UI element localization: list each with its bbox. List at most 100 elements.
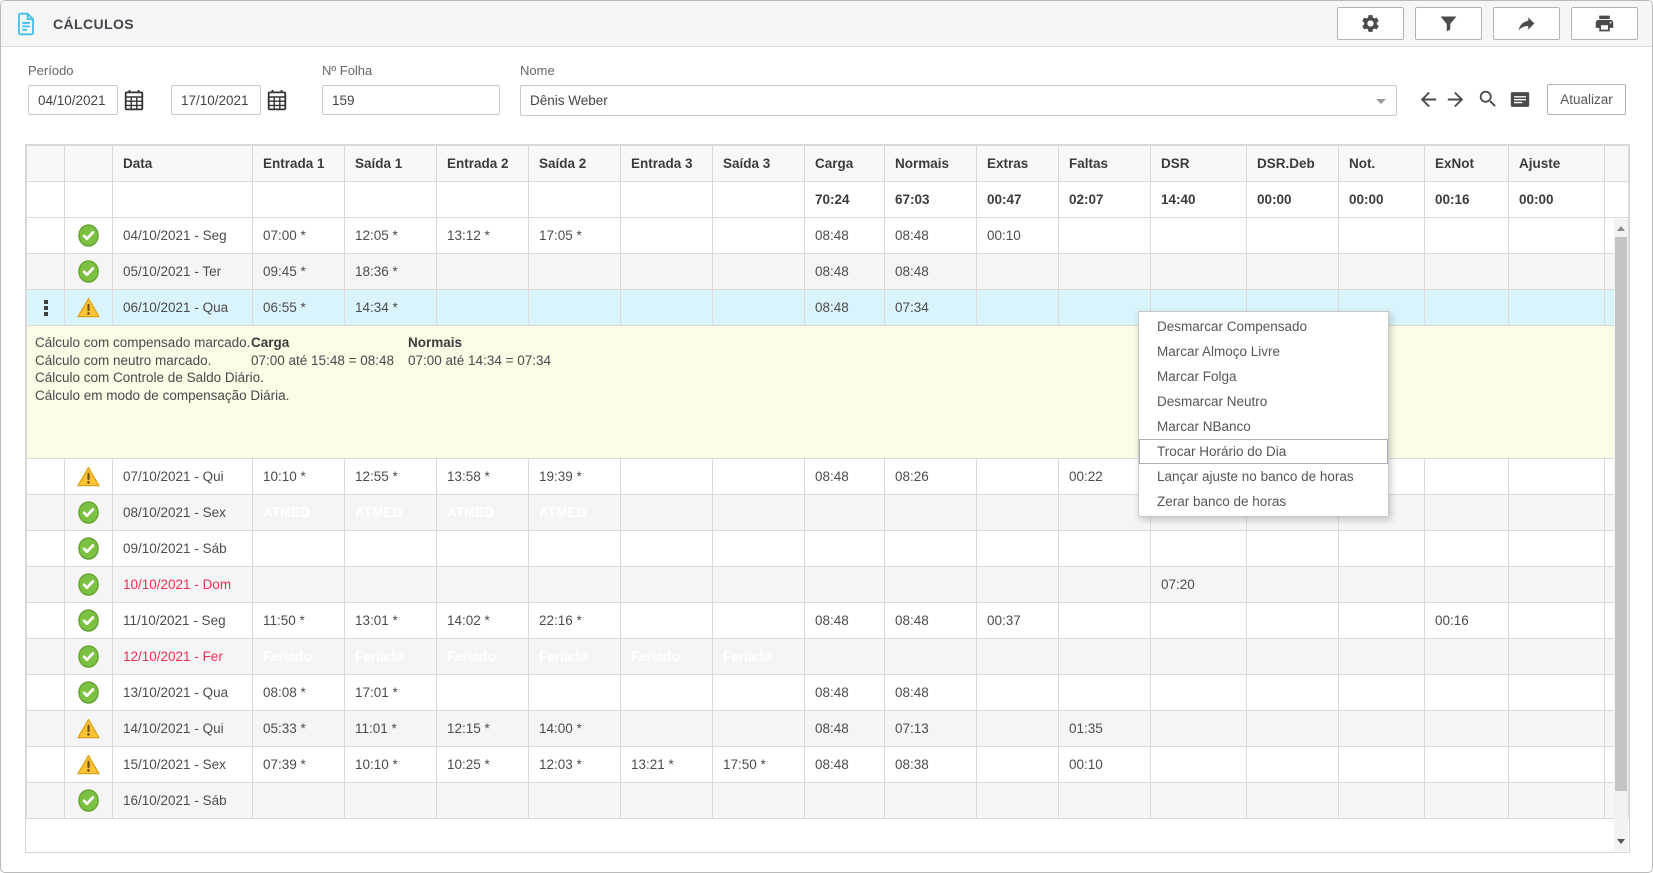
cell-exnot[interactable] xyxy=(1425,218,1509,254)
cell-dsr[interactable] xyxy=(1151,531,1247,567)
cell-exnot[interactable] xyxy=(1425,567,1509,603)
cell-saida-1[interactable]: 14:34 * xyxy=(345,290,437,326)
cell-saida-1[interactable]: 17:01 * xyxy=(345,675,437,711)
cell-entrada-1[interactable]: 11:50 * xyxy=(253,603,345,639)
scroll-down-button[interactable] xyxy=(1614,834,1628,849)
cell-saida-3[interactable] xyxy=(713,675,805,711)
cell-normais[interactable] xyxy=(885,495,977,531)
cell-faltas[interactable] xyxy=(1059,531,1151,567)
atualizar-button[interactable]: Atualizar xyxy=(1547,84,1626,115)
menu-item-marcar-nbanco[interactable]: Marcar NBanco xyxy=(1139,414,1388,439)
cell-dsr[interactable] xyxy=(1151,711,1247,747)
cell-normais[interactable]: 08:48 xyxy=(885,603,977,639)
filter-button[interactable] xyxy=(1415,7,1482,40)
cell-saida-3[interactable] xyxy=(713,218,805,254)
cell-ajuste[interactable] xyxy=(1509,567,1605,603)
cell-dsr[interactable] xyxy=(1151,639,1247,675)
cell-not[interactable] xyxy=(1339,783,1425,819)
cell-exnot[interactable] xyxy=(1425,531,1509,567)
cell-extras[interactable] xyxy=(977,711,1059,747)
cell-ajuste[interactable] xyxy=(1509,783,1605,819)
cell-saida-1[interactable]: 12:55 * xyxy=(345,459,437,495)
cell-row-menu[interactable] xyxy=(27,603,65,639)
cell-saida-2[interactable]: 22:16 * xyxy=(529,603,621,639)
cell-saida-1[interactable] xyxy=(345,783,437,819)
cell-extras[interactable] xyxy=(977,639,1059,675)
date-from-input[interactable] xyxy=(28,85,118,115)
cell-entrada-2[interactable] xyxy=(437,290,529,326)
menu-item-marcar-almoco-livre[interactable]: Marcar Almoço Livre xyxy=(1139,339,1388,364)
cell-carga[interactable] xyxy=(805,531,885,567)
cell-entrada-3[interactable] xyxy=(621,254,713,290)
cell-extras[interactable] xyxy=(977,747,1059,783)
cell-saida-1[interactable]: 18:36 * xyxy=(345,254,437,290)
cell-normais[interactable]: 08:48 xyxy=(885,254,977,290)
calendar-from-button[interactable] xyxy=(122,88,146,112)
cell-normais[interactable]: 08:26 xyxy=(885,459,977,495)
cell-entrada-2[interactable]: ATMED xyxy=(437,495,529,531)
menu-item-desmarcar-compensado[interactable]: Desmarcar Compensado xyxy=(1139,314,1388,339)
sheet-list-button[interactable] xyxy=(1509,90,1531,112)
prev-employee-button[interactable] xyxy=(1417,88,1440,114)
cell-entrada-3[interactable] xyxy=(621,218,713,254)
menu-item-marcar-folga[interactable]: Marcar Folga xyxy=(1139,364,1388,389)
cell-normais[interactable]: 08:48 xyxy=(885,218,977,254)
cell-row-menu[interactable] xyxy=(27,567,65,603)
cell-dsr[interactable] xyxy=(1151,218,1247,254)
cell-data[interactable]: 06/10/2021 - Qua xyxy=(113,290,253,326)
cell-normais[interactable] xyxy=(885,639,977,675)
cell-ajuste[interactable] xyxy=(1509,459,1605,495)
cell-saida-1[interactable] xyxy=(345,531,437,567)
cell-entrada-1[interactable]: Feriado xyxy=(253,639,345,675)
cell-data[interactable]: 14/10/2021 - Qui xyxy=(113,711,253,747)
cell-dsr-deb[interactable] xyxy=(1247,531,1339,567)
cell-entrada-3[interactable] xyxy=(621,711,713,747)
cell-entrada-2[interactable]: 14:02 * xyxy=(437,603,529,639)
cell-row-menu[interactable] xyxy=(27,639,65,675)
date-to-input[interactable] xyxy=(171,85,261,115)
cell-normais[interactable]: 08:38 xyxy=(885,747,977,783)
cell-extras[interactable] xyxy=(977,531,1059,567)
cell-entrada-1[interactable] xyxy=(253,783,345,819)
cell-row-menu[interactable] xyxy=(27,459,65,495)
cell-dsr-deb[interactable] xyxy=(1247,711,1339,747)
cell-entrada-2[interactable]: 13:58 * xyxy=(437,459,529,495)
menu-item-lancar-ajuste-no-banco-de-horas[interactable]: Lançar ajuste no banco de horas xyxy=(1139,464,1388,489)
cell-entrada-2[interactable] xyxy=(437,675,529,711)
cell-saida-2[interactable] xyxy=(529,531,621,567)
cell-exnot[interactable] xyxy=(1425,254,1509,290)
cell-exnot[interactable] xyxy=(1425,711,1509,747)
cell-row-menu[interactable] xyxy=(27,218,65,254)
cell-entrada-3[interactable] xyxy=(621,459,713,495)
cell-dsr[interactable]: 07:20 xyxy=(1151,567,1247,603)
cell-exnot[interactable] xyxy=(1425,459,1509,495)
cell-dsr[interactable] xyxy=(1151,747,1247,783)
cell-not[interactable] xyxy=(1339,639,1425,675)
cell-entrada-2[interactable] xyxy=(437,783,529,819)
cell-saida-3[interactable] xyxy=(713,290,805,326)
vertical-scrollbar[interactable] xyxy=(1614,219,1628,851)
cell-saida-2[interactable] xyxy=(529,675,621,711)
cell-carga[interactable]: 08:48 xyxy=(805,459,885,495)
cell-saida-1[interactable]: 13:01 * xyxy=(345,603,437,639)
cell-saida-2[interactable] xyxy=(529,567,621,603)
cell-exnot[interactable] xyxy=(1425,747,1509,783)
cell-row-menu[interactable] xyxy=(27,675,65,711)
cell-saida-3[interactable] xyxy=(713,495,805,531)
cell-extras[interactable] xyxy=(977,290,1059,326)
cell-entrada-3[interactable] xyxy=(621,675,713,711)
cell-dsr[interactable] xyxy=(1151,254,1247,290)
cell-extras[interactable] xyxy=(977,254,1059,290)
cell-extras[interactable]: 00:10 xyxy=(977,218,1059,254)
cell-saida-2[interactable]: ATMED xyxy=(529,495,621,531)
cell-saida-1[interactable]: Feriado xyxy=(345,639,437,675)
cell-carga[interactable] xyxy=(805,567,885,603)
cell-carga[interactable]: 08:48 xyxy=(805,218,885,254)
cell-saida-2[interactable]: 17:05 * xyxy=(529,218,621,254)
cell-carga[interactable]: 08:48 xyxy=(805,290,885,326)
settings-button[interactable] xyxy=(1337,7,1404,40)
cell-entrada-2[interactable]: 10:25 * xyxy=(437,747,529,783)
cell-not[interactable] xyxy=(1339,675,1425,711)
cell-saida-1[interactable]: 10:10 * xyxy=(345,747,437,783)
cell-dsr-deb[interactable] xyxy=(1247,254,1339,290)
